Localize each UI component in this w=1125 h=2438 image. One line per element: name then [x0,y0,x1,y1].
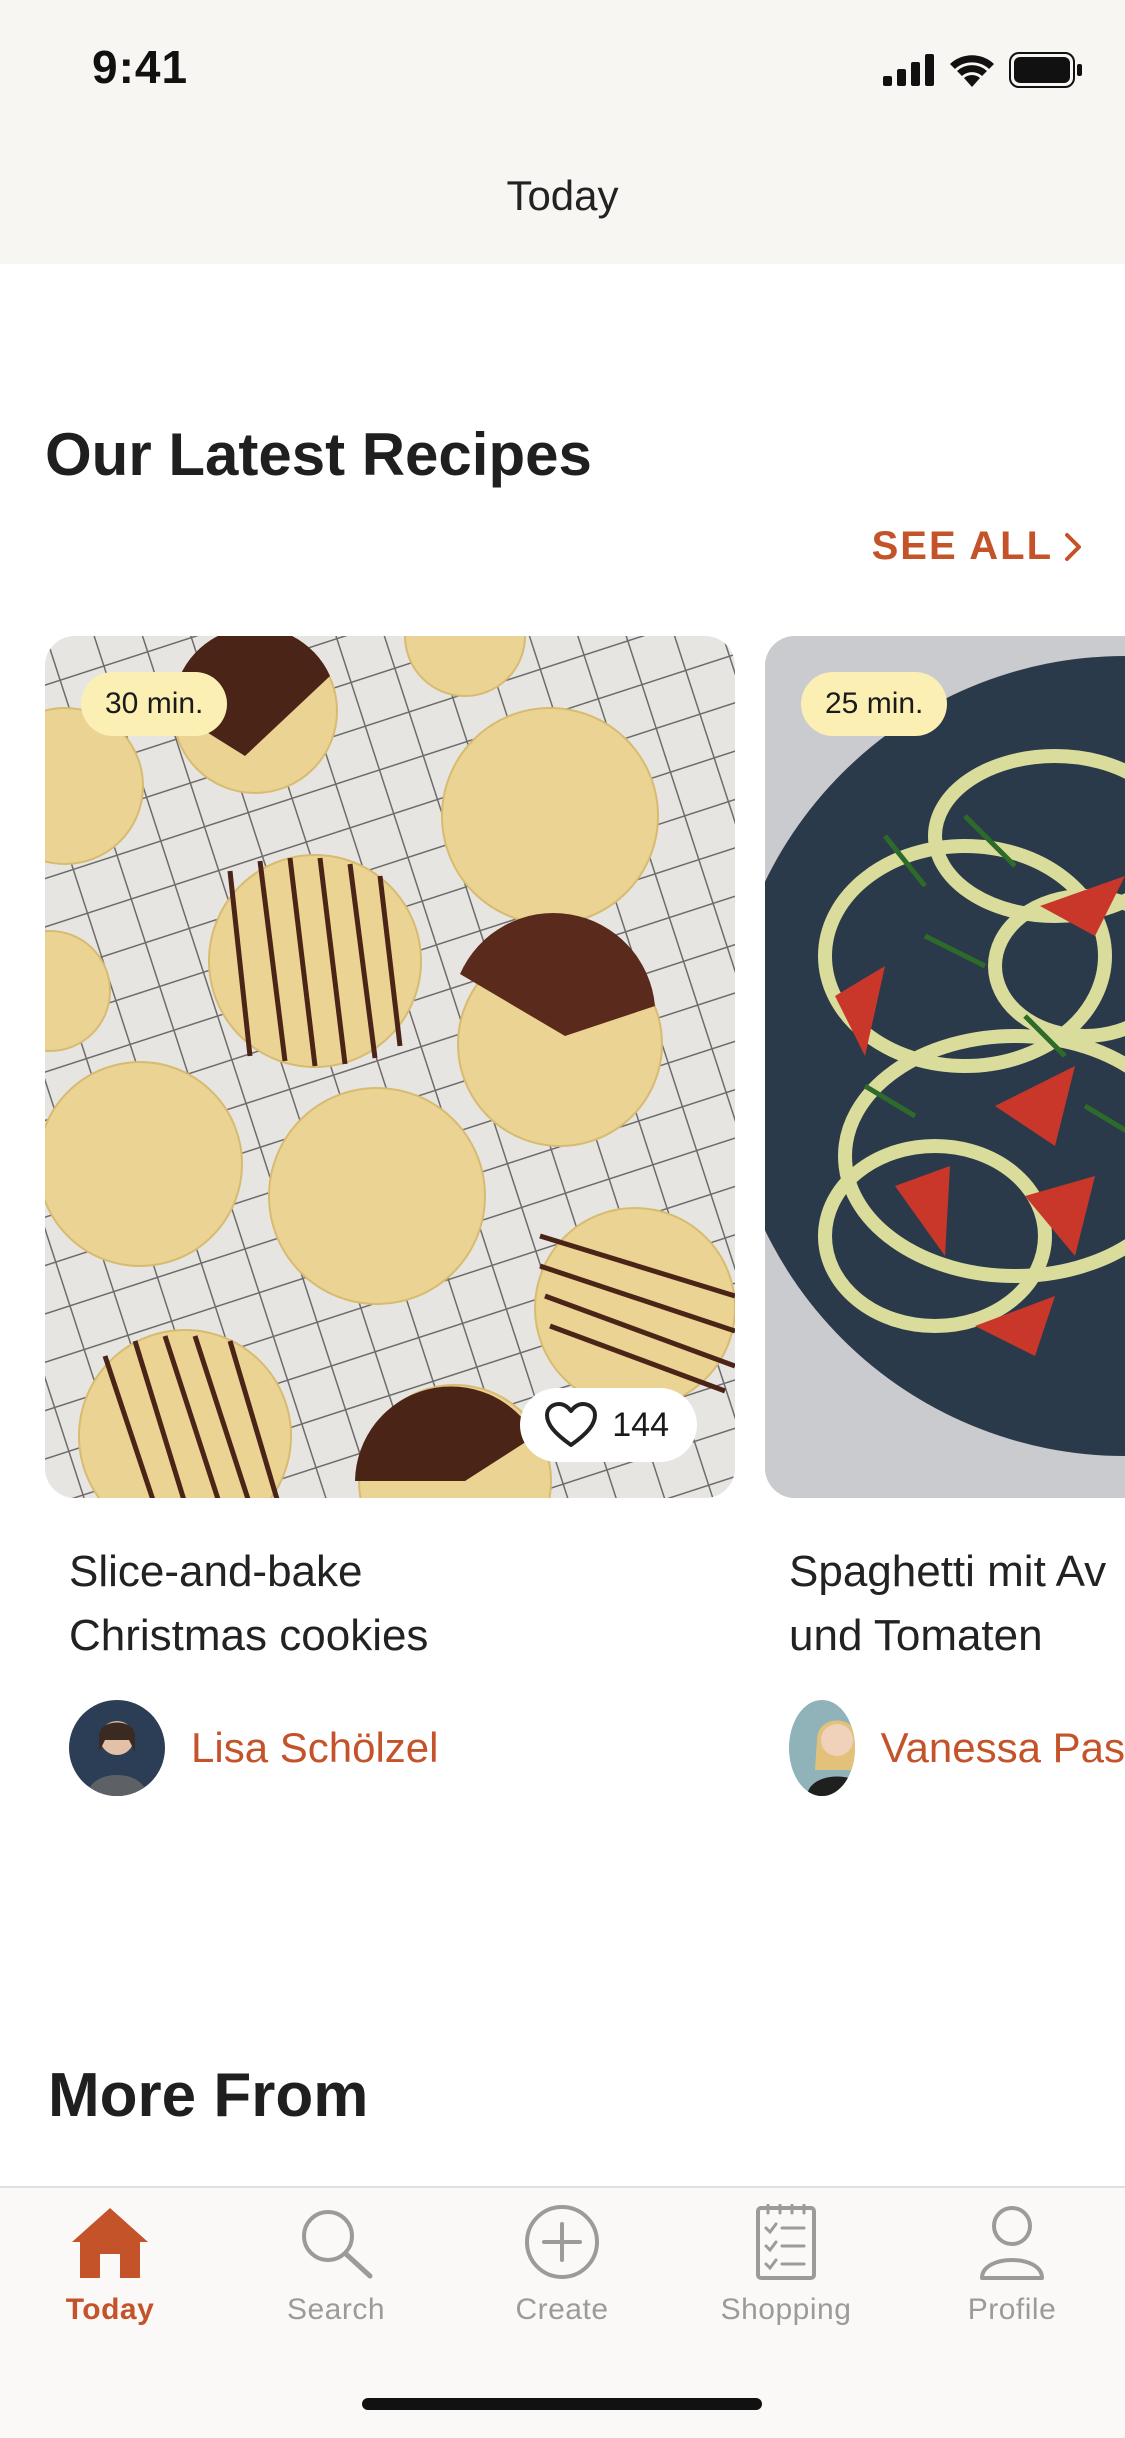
author-row[interactable]: Vanessa Pas [789,1700,1125,1796]
recipe-title-line: und Tomaten [789,1611,1043,1660]
recipe-title[interactable]: Spaghetti mit Av und Tomaten [789,1540,1125,1668]
recipe-title-line: Slice-and-bake [69,1547,363,1596]
status-time: 9:41 [92,41,189,93]
author-name: Lisa Schölzel [191,1724,439,1771]
chevron-right-icon [1065,532,1081,561]
home-indicator[interactable] [362,2398,762,2410]
duration-badge: 30 min. [81,672,228,736]
checklist-icon [756,2203,816,2280]
tab-label: Search [286,2293,386,2326]
avatar [789,1700,855,1796]
more-from-title: More From [48,2061,369,2130]
battery-icon [1009,52,1082,88]
tab-shopping[interactable]: Shopping [696,2203,876,2327]
person-icon [980,2206,1044,2280]
home-icon [72,2208,148,2278]
page-title: Today [506,172,619,219]
author-photo [789,1700,855,1796]
heart-icon [545,1402,598,1447]
duration-badge: 25 min. [801,672,948,736]
tab-label: Profile [967,2293,1057,2326]
like-button[interactable]: 144 [520,1388,697,1462]
tab-profile[interactable]: Profile [922,2204,1102,2327]
status-icons [883,50,1083,90]
tab-today[interactable]: Today [20,2204,200,2327]
recipe-title-line: Christmas cookies [69,1611,429,1660]
cookies-photo [45,636,735,1498]
search-icon [302,2210,373,2279]
like-count: 144 [612,1405,669,1444]
tab-search[interactable]: Search [246,2204,426,2327]
recipe-title-line: Spaghetti mit Av [789,1547,1107,1596]
wifi-icon [950,55,994,87]
author-row[interactable]: Lisa Schölzel [69,1700,438,1796]
avatar [69,1700,165,1796]
status-bar: 9:41 [0,0,1125,140]
see-all-link[interactable]: SEE ALL [872,524,1083,569]
spaghetti-photo [765,636,1125,1498]
author-photo [69,1700,165,1796]
tab-create[interactable]: Create [472,2204,652,2327]
recipe-card-image[interactable]: 30 min. 144 [45,636,735,1498]
recipe-card-image[interactable]: 25 min. [765,636,1125,1498]
tab-label: Today [65,2293,155,2326]
tab-label: Shopping [720,2293,852,2326]
author-name: Vanessa Pas [880,1724,1125,1771]
plus-circle-icon [525,2205,599,2279]
recipe-title[interactable]: Slice-and-bake Christmas cookies [69,1540,428,1668]
section-title: Our Latest Recipes [45,421,592,488]
see-all-label: SEE ALL [871,524,1053,568]
nav-header: Today [0,140,1125,264]
cellular-signal-icon [883,54,934,86]
tab-label: Create [515,2293,609,2326]
